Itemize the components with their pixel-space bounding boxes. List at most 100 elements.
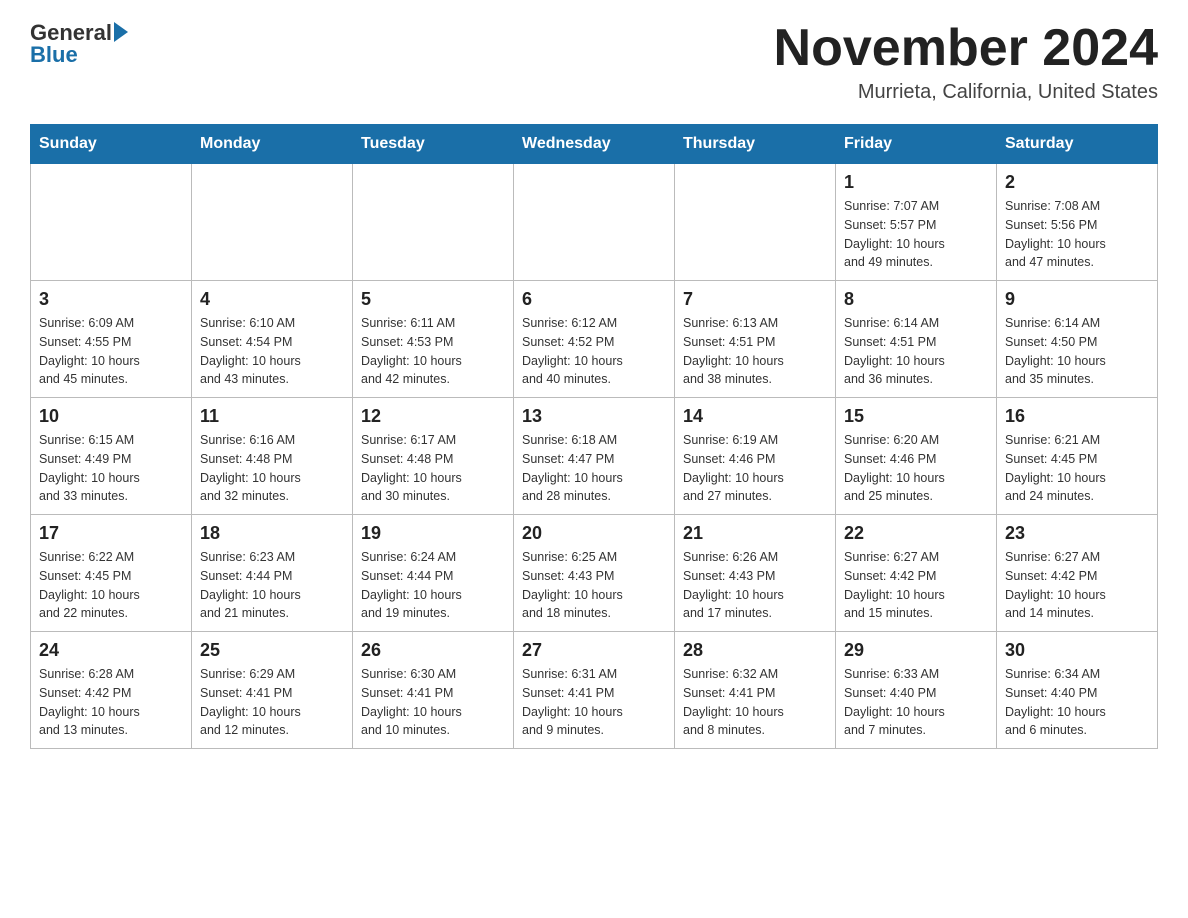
logo-arrow-icon (114, 22, 128, 42)
calendar-cell (353, 164, 514, 281)
day-info: Sunrise: 6:18 AM Sunset: 4:47 PM Dayligh… (522, 431, 666, 506)
calendar-cell: 24 Sunrise: 6:28 AM Sunset: 4:42 PM Dayli… (31, 632, 192, 749)
day-info: Sunrise: 6:24 AM Sunset: 4:44 PM Dayligh… (361, 548, 505, 623)
day-info: Sunrise: 6:29 AM Sunset: 4:41 PM Dayligh… (200, 665, 344, 740)
day-number: 25 (200, 640, 344, 661)
day-info: Sunrise: 6:09 AM Sunset: 4:55 PM Dayligh… (39, 314, 183, 389)
day-info: Sunrise: 6:15 AM Sunset: 4:49 PM Dayligh… (39, 431, 183, 506)
day-of-week-friday: Friday (836, 125, 997, 164)
calendar-cell: 20Sunrise: 6:25 AM Sunset: 4:43 PM Dayli… (514, 515, 675, 632)
calendar-week-row: 24 Sunrise: 6:28 AM Sunset: 4:42 PM Dayli… (31, 632, 1158, 749)
day-info: Sunrise: 6:32 AM Sunset: 4:41 PM Dayligh… (683, 665, 827, 740)
calendar-cell: 22 Sunrise: 6:27 AM Sunset: 4:42 PM Dayli… (836, 515, 997, 632)
day-info: Sunrise: 7:07 AM Sunset: 5:57 PM Dayligh… (844, 197, 988, 272)
calendar-cell: 7 Sunrise: 6:13 AM Sunset: 4:51 PM Daylig… (675, 281, 836, 398)
calendar-cell: 3Sunrise: 6:09 AM Sunset: 4:55 PM Daylig… (31, 281, 192, 398)
day-number: 8 (844, 289, 988, 310)
calendar-cell: 27Sunrise: 6:31 AM Sunset: 4:41 PM Dayli… (514, 632, 675, 749)
day-number: 12 (361, 406, 505, 427)
day-info: Sunrise: 6:33 AM Sunset: 4:40 PM Dayligh… (844, 665, 988, 740)
day-number: 30 (1005, 640, 1149, 661)
day-number: 16 (1005, 406, 1149, 427)
page-header: General Blue November 2024 Murrieta, Cal… (30, 20, 1158, 104)
day-info: Sunrise: 6:13 AM Sunset: 4:51 PM Dayligh… (683, 314, 827, 389)
calendar-cell: 13 Sunrise: 6:18 AM Sunset: 4:47 PM Dayli… (514, 398, 675, 515)
day-info: Sunrise: 6:14 AM Sunset: 4:51 PM Dayligh… (844, 314, 988, 389)
calendar-title: November 2024 (774, 20, 1158, 77)
calendar-cell: 10 Sunrise: 6:15 AM Sunset: 4:49 PM Dayli… (31, 398, 192, 515)
calendar-cell: 25 Sunrise: 6:29 AM Sunset: 4:41 PM Dayli… (192, 632, 353, 749)
day-number: 9 (1005, 289, 1149, 310)
logo-text-blue: Blue (30, 42, 128, 68)
day-number: 19 (361, 523, 505, 544)
day-number: 18 (200, 523, 344, 544)
day-of-week-tuesday: Tuesday (353, 125, 514, 164)
calendar-cell: 2 Sunrise: 7:08 AM Sunset: 5:56 PM Daylig… (997, 164, 1158, 281)
calendar-cell: 28Sunrise: 6:32 AM Sunset: 4:41 PM Dayli… (675, 632, 836, 749)
calendar-table: SundayMondayTuesdayWednesdayThursdayFrid… (30, 124, 1158, 749)
calendar-week-row: 1 Sunrise: 7:07 AM Sunset: 5:57 PM Daylig… (31, 164, 1158, 281)
calendar-cell: 12 Sunrise: 6:17 AM Sunset: 4:48 PM Dayli… (353, 398, 514, 515)
day-info: Sunrise: 6:23 AM Sunset: 4:44 PM Dayligh… (200, 548, 344, 623)
calendar-cell (514, 164, 675, 281)
calendar-cell: 18 Sunrise: 6:23 AM Sunset: 4:44 PM Dayli… (192, 515, 353, 632)
day-number: 7 (683, 289, 827, 310)
calendar-cell: 30 Sunrise: 6:34 AM Sunset: 4:40 PM Dayli… (997, 632, 1158, 749)
calendar-cell: 26Sunrise: 6:30 AM Sunset: 4:41 PM Dayli… (353, 632, 514, 749)
day-info: Sunrise: 6:25 AM Sunset: 4:43 PM Dayligh… (522, 548, 666, 623)
calendar-cell: 8 Sunrise: 6:14 AM Sunset: 4:51 PM Daylig… (836, 281, 997, 398)
calendar-header-row: SundayMondayTuesdayWednesdayThursdayFrid… (31, 125, 1158, 164)
calendar-cell: 21 Sunrise: 6:26 AM Sunset: 4:43 PM Dayli… (675, 515, 836, 632)
day-info: Sunrise: 6:11 AM Sunset: 4:53 PM Dayligh… (361, 314, 505, 389)
day-number: 17 (39, 523, 183, 544)
day-info: Sunrise: 6:12 AM Sunset: 4:52 PM Dayligh… (522, 314, 666, 389)
day-info: Sunrise: 6:20 AM Sunset: 4:46 PM Dayligh… (844, 431, 988, 506)
day-info: Sunrise: 6:14 AM Sunset: 4:50 PM Dayligh… (1005, 314, 1149, 389)
day-of-week-saturday: Saturday (997, 125, 1158, 164)
calendar-cell: 17 Sunrise: 6:22 AM Sunset: 4:45 PM Dayli… (31, 515, 192, 632)
calendar-cell (31, 164, 192, 281)
day-info: Sunrise: 6:16 AM Sunset: 4:48 PM Dayligh… (200, 431, 344, 506)
calendar-cell (192, 164, 353, 281)
day-number: 21 (683, 523, 827, 544)
day-info: Sunrise: 6:19 AM Sunset: 4:46 PM Dayligh… (683, 431, 827, 506)
day-info: Sunrise: 6:34 AM Sunset: 4:40 PM Dayligh… (1005, 665, 1149, 740)
day-number: 27 (522, 640, 666, 661)
day-number: 1 (844, 172, 988, 193)
calendar-cell: 4Sunrise: 6:10 AM Sunset: 4:54 PM Daylig… (192, 281, 353, 398)
day-number: 26 (361, 640, 505, 661)
day-info: Sunrise: 6:28 AM Sunset: 4:42 PM Dayligh… (39, 665, 183, 740)
day-info: Sunrise: 6:17 AM Sunset: 4:48 PM Dayligh… (361, 431, 505, 506)
day-info: Sunrise: 6:22 AM Sunset: 4:45 PM Dayligh… (39, 548, 183, 623)
day-number: 10 (39, 406, 183, 427)
day-of-week-thursday: Thursday (675, 125, 836, 164)
calendar-subtitle: Murrieta, California, United States (774, 81, 1158, 104)
calendar-cell: 19 Sunrise: 6:24 AM Sunset: 4:44 PM Dayli… (353, 515, 514, 632)
day-info: Sunrise: 6:27 AM Sunset: 4:42 PM Dayligh… (1005, 548, 1149, 623)
day-info: Sunrise: 6:21 AM Sunset: 4:45 PM Dayligh… (1005, 431, 1149, 506)
day-info: Sunrise: 6:26 AM Sunset: 4:43 PM Dayligh… (683, 548, 827, 623)
day-number: 24 (39, 640, 183, 661)
day-info: Sunrise: 6:27 AM Sunset: 4:42 PM Dayligh… (844, 548, 988, 623)
calendar-cell: 9 Sunrise: 6:14 AM Sunset: 4:50 PM Daylig… (997, 281, 1158, 398)
day-number: 2 (1005, 172, 1149, 193)
day-info: Sunrise: 7:08 AM Sunset: 5:56 PM Dayligh… (1005, 197, 1149, 272)
calendar-cell: 15Sunrise: 6:20 AM Sunset: 4:46 PM Dayli… (836, 398, 997, 515)
day-number: 14 (683, 406, 827, 427)
day-number: 13 (522, 406, 666, 427)
day-number: 6 (522, 289, 666, 310)
day-of-week-monday: Monday (192, 125, 353, 164)
day-number: 23 (1005, 523, 1149, 544)
day-number: 22 (844, 523, 988, 544)
calendar-cell: 23 Sunrise: 6:27 AM Sunset: 4:42 PM Dayli… (997, 515, 1158, 632)
calendar-cell (675, 164, 836, 281)
calendar-cell: 16 Sunrise: 6:21 AM Sunset: 4:45 PM Dayli… (997, 398, 1158, 515)
day-of-week-sunday: Sunday (31, 125, 192, 164)
day-info: Sunrise: 6:10 AM Sunset: 4:54 PM Dayligh… (200, 314, 344, 389)
day-number: 11 (200, 406, 344, 427)
calendar-cell: 1 Sunrise: 7:07 AM Sunset: 5:57 PM Daylig… (836, 164, 997, 281)
calendar-cell: 6 Sunrise: 6:12 AM Sunset: 4:52 PM Daylig… (514, 281, 675, 398)
day-number: 5 (361, 289, 505, 310)
day-number: 29 (844, 640, 988, 661)
calendar-title-block: November 2024 Murrieta, California, Unit… (774, 20, 1158, 104)
